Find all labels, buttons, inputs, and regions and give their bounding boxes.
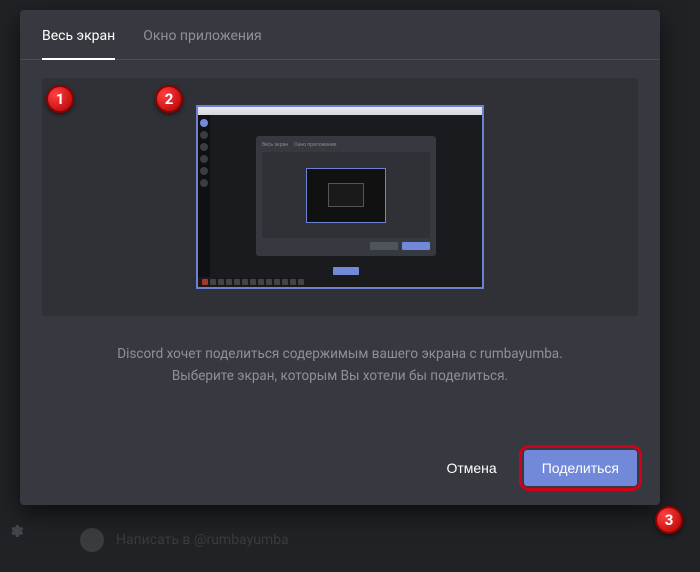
description-line-2: Выберите экран, которым Вы хотели бы под… — [42, 366, 638, 388]
background-placeholder: Написать в @rumbayumba — [116, 532, 289, 548]
share-button[interactable]: Поделиться — [524, 450, 637, 486]
thumb-taskbar — [198, 277, 482, 287]
modal-content: Весь экран Окно приложения — [20, 60, 660, 431]
annotation-callout-1: 1 — [46, 85, 74, 113]
tab-entire-screen[interactable]: Весь экран — [42, 28, 115, 60]
description-text: Discord хочет поделиться содержимым ваше… — [42, 344, 638, 387]
modal-footer: Отмена Поделиться — [20, 431, 660, 505]
thumb-server-rail — [198, 115, 210, 277]
description-line-1: Discord хочет поделиться содержимым ваше… — [42, 344, 638, 366]
tab-bar: Весь экран Окно приложения — [20, 10, 660, 60]
share-screen-modal: Весь экран Окно приложения Весь экран Ок… — [20, 10, 660, 505]
screen-thumbnail[interactable]: Весь экран Окно приложения — [196, 105, 484, 289]
gear-icon — [8, 523, 24, 539]
thumb-inner-tab-a: Весь экран — [262, 142, 288, 148]
annotation-callout-3: 3 — [655, 506, 683, 534]
cancel-button[interactable]: Отмена — [428, 450, 514, 486]
annotation-callout-2: 2 — [155, 85, 183, 113]
share-button-highlight: Поделиться — [519, 445, 642, 491]
thumb-browser-titlebar — [198, 107, 482, 115]
thumb-main-area: Весь экран Окно приложения — [210, 115, 482, 277]
background-input-row: Написать в @rumbayumba — [80, 528, 289, 552]
screen-preview-area: Весь экран Окно приложения — [42, 78, 638, 316]
thumb-inner-tab-b: Окно приложения — [294, 142, 336, 148]
thumb-cta-icon — [333, 267, 359, 275]
tab-app-window[interactable]: Окно приложения — [143, 28, 262, 60]
avatar — [80, 528, 104, 552]
thumb-inner-modal: Весь экран Окно приложения — [256, 136, 436, 256]
